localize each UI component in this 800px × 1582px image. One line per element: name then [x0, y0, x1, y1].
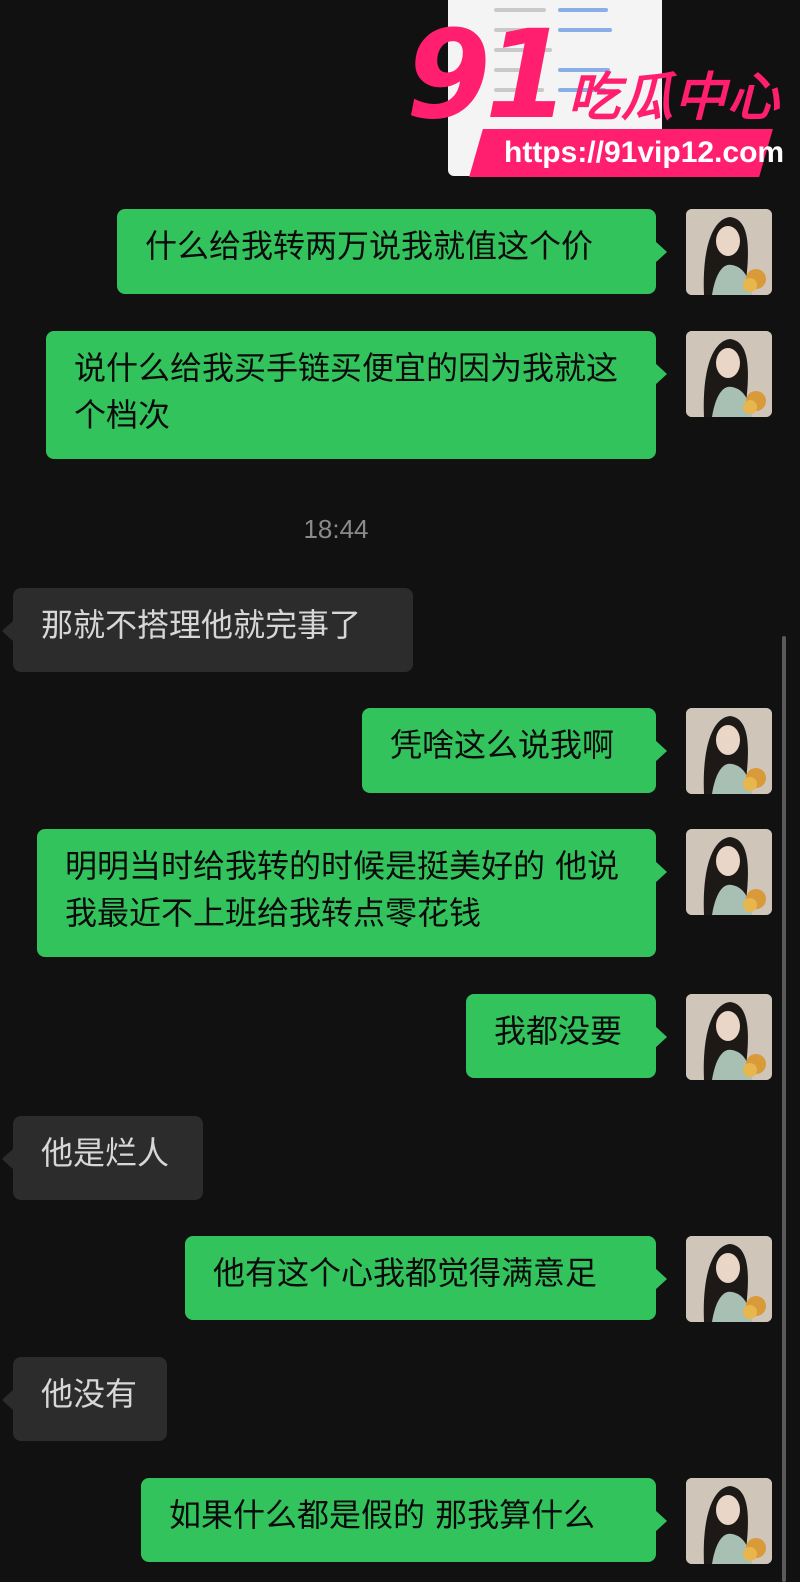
- message-text: 他有这个心我都觉得满意足: [213, 1254, 598, 1292]
- avatar-icon: [686, 1478, 772, 1564]
- chat-screen: 91 吃瓜中心 https://91vip12.com 什么给我转两万说我就值这…: [0, 0, 800, 1582]
- user-avatar[interactable]: [686, 994, 772, 1080]
- message-text: 他是烂人: [41, 1134, 170, 1172]
- user-avatar[interactable]: [686, 209, 772, 295]
- watermark-logo: 91 吃瓜中心 https://91vip12.com: [400, 14, 784, 180]
- avatar-icon: [686, 209, 772, 295]
- scrollbar[interactable]: [782, 636, 786, 1582]
- user-avatar[interactable]: [686, 331, 772, 417]
- message-text: 我都没要: [494, 1012, 623, 1050]
- message-text: 凭啥这么说我啊: [390, 726, 615, 764]
- avatar-icon: [686, 829, 772, 915]
- avatar-icon: [686, 1236, 772, 1322]
- outgoing-message-bubble[interactable]: 凭啥这么说我啊: [362, 708, 667, 793]
- message-text: 那就不搭理他就完事了: [41, 606, 362, 644]
- incoming-message-bubble[interactable]: 他是烂人: [2, 1116, 203, 1200]
- avatar-icon: [686, 708, 772, 794]
- user-avatar[interactable]: [686, 1236, 772, 1322]
- outgoing-message-bubble[interactable]: 说什么给我买手链买便宜的因为我就这个档次: [46, 331, 667, 459]
- message-text: 明明当时给我转的时候是挺美好的 他说我最近不上班给我转点零花钱: [65, 847, 620, 932]
- outgoing-message-bubble[interactable]: 什么给我转两万说我就值这个价: [117, 209, 667, 294]
- watermark-brand-text: 吃瓜中心: [568, 68, 781, 128]
- message-text: 说什么给我买手链买便宜的因为我就这个档次: [74, 349, 619, 434]
- incoming-message-bubble[interactable]: 那就不搭理他就完事了: [2, 588, 413, 672]
- incoming-message-bubble[interactable]: 他没有: [2, 1357, 167, 1441]
- message-text: 什么给我转两万说我就值这个价: [145, 227, 594, 265]
- watermark-url: https://91vip12.com: [504, 136, 785, 169]
- message-text: 他没有: [41, 1375, 138, 1413]
- outgoing-message-bubble[interactable]: 如果什么都是假的 那我算什么: [141, 1478, 667, 1562]
- avatar-icon: [686, 331, 772, 417]
- user-avatar[interactable]: [686, 708, 772, 794]
- message-text: 如果什么都是假的 那我算什么: [169, 1496, 596, 1534]
- user-avatar[interactable]: [686, 829, 772, 915]
- message-timestamp: 18:44: [303, 514, 369, 544]
- user-avatar[interactable]: [686, 1478, 772, 1564]
- outgoing-message-bubble[interactable]: 我都没要: [466, 994, 667, 1078]
- avatar-icon: [686, 994, 772, 1080]
- watermark-number: 91: [406, 4, 570, 146]
- outgoing-message-bubble[interactable]: 明明当时给我转的时候是挺美好的 他说我最近不上班给我转点零花钱: [37, 829, 667, 957]
- outgoing-message-bubble[interactable]: 他有这个心我都觉得满意足: [185, 1236, 667, 1320]
